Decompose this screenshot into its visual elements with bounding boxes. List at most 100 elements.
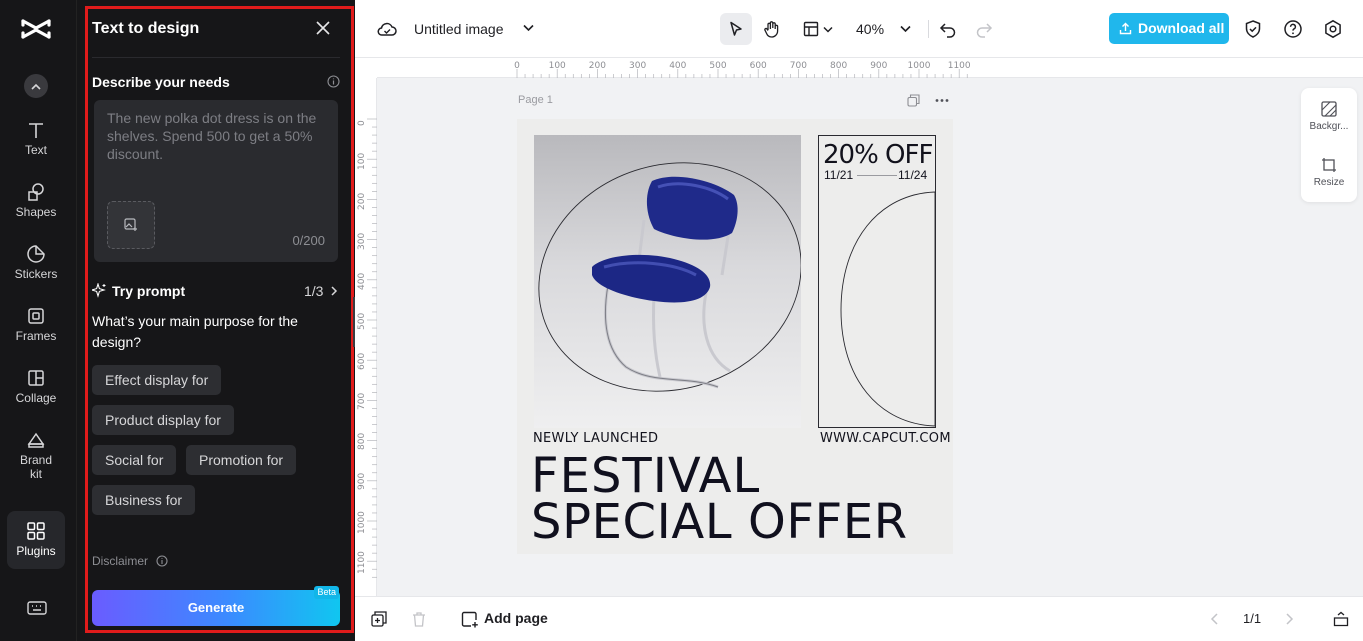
rail-item-label: Frames xyxy=(16,329,57,343)
chevron-left-icon[interactable] xyxy=(1207,611,1223,627)
ruler-label: 1000 xyxy=(908,61,931,71)
try-prompt-row: Try prompt 1/3 xyxy=(92,283,340,301)
frames-icon xyxy=(26,306,46,326)
ruler-label: 800 xyxy=(357,433,367,450)
capcut-logo-icon[interactable] xyxy=(20,16,52,42)
rail-item-text[interactable]: Text xyxy=(0,120,72,157)
hand-tool-button[interactable] xyxy=(756,13,788,45)
rail-item-stickers[interactable]: Stickers xyxy=(0,244,72,281)
resize-tool[interactable]: Resize xyxy=(1301,157,1357,188)
ruler-label: 500 xyxy=(357,313,367,330)
prompt-chip[interactable]: Product display for xyxy=(92,405,234,435)
ruler-label: 100 xyxy=(357,153,367,170)
rail-item-label: Shapes xyxy=(16,205,57,219)
ruler-label: 900 xyxy=(357,473,367,490)
offer-panel[interactable]: 20% OFF 11/21 11/24 xyxy=(818,135,936,428)
rail-item-label: Plugins xyxy=(16,544,55,558)
ruler-label: 900 xyxy=(870,61,887,71)
disclaimer-link[interactable]: Disclaimer xyxy=(92,554,148,568)
offer-start-date: 11/21 xyxy=(824,168,853,182)
rail-item-frames[interactable]: Frames xyxy=(0,306,72,343)
product-photo[interactable] xyxy=(534,135,801,428)
try-prompt-label: Try prompt xyxy=(112,283,185,299)
chevron-down-icon xyxy=(823,26,833,33)
chevron-down-icon[interactable] xyxy=(900,25,911,33)
divider xyxy=(928,20,929,38)
select-tool-button[interactable] xyxy=(720,13,752,45)
description-textarea[interactable]: The new polka dot dress is on the shelve… xyxy=(94,100,338,262)
page-indicator: 1/1 xyxy=(1243,611,1261,626)
prompt-chip[interactable]: Social for xyxy=(92,445,176,475)
duplicate-page-icon[interactable] xyxy=(907,94,920,107)
website-text[interactable]: WWW.CAPCUT.COM xyxy=(820,431,951,446)
zoom-level[interactable]: 40% xyxy=(856,21,884,37)
help-icon[interactable] xyxy=(1283,19,1303,39)
trash-icon[interactable] xyxy=(411,611,427,627)
more-options-icon[interactable] xyxy=(935,94,949,107)
ruler-label: 200 xyxy=(589,61,606,71)
brand-kit-icon xyxy=(26,430,46,450)
undo-icon[interactable] xyxy=(938,19,958,39)
headline-line-2[interactable]: SPECIAL OFFER xyxy=(531,499,941,545)
add-image-icon xyxy=(124,218,138,232)
prompt-chip[interactable]: Business for xyxy=(92,485,195,515)
rail-item-label: Brand kit xyxy=(18,453,54,481)
date-separator xyxy=(857,175,897,176)
vertical-ruler: 0 100 200 300 400 500 600 700 800 900 10… xyxy=(355,78,377,596)
info-icon[interactable] xyxy=(156,555,168,567)
keyboard-icon[interactable] xyxy=(27,600,47,616)
shapes-icon xyxy=(26,182,46,202)
upload-image-button[interactable] xyxy=(107,201,155,249)
panel-title: Text to design xyxy=(92,20,199,38)
rail-item-brand-kit[interactable]: Brand kit xyxy=(0,430,72,481)
document-title[interactable]: Untitled image xyxy=(414,21,504,37)
expand-panel-icon[interactable] xyxy=(1333,611,1349,627)
add-page-button[interactable]: Add page xyxy=(461,610,548,626)
layout-dropdown-button[interactable] xyxy=(796,13,840,45)
ruler-label: 200 xyxy=(357,193,367,210)
floating-tools: Backgr... Resize xyxy=(1301,88,1357,202)
chair-illustration xyxy=(534,135,801,428)
horizontal-ruler: 0 100 200 300 400 500 600 700 800 900 10… xyxy=(377,58,1363,78)
prompt-chip[interactable]: Effect display for xyxy=(92,365,221,395)
rail-item-label: Stickers xyxy=(15,267,58,281)
collage-icon xyxy=(26,368,46,388)
cloud-sync-icon[interactable] xyxy=(377,20,397,38)
rail-item-shapes[interactable]: Shapes xyxy=(0,182,72,219)
plugins-icon xyxy=(26,521,46,541)
rail-item-label: Text xyxy=(25,143,47,157)
chevron-down-icon[interactable] xyxy=(523,24,534,32)
generate-button[interactable]: Generate Beta xyxy=(92,590,340,626)
tagline-text[interactable]: NEWLY LAUNCHED xyxy=(533,431,658,446)
download-label: Download all xyxy=(1138,20,1224,36)
chevron-right-icon[interactable] xyxy=(1281,611,1297,627)
ruler-label: 400 xyxy=(357,273,367,290)
redo-icon[interactable] xyxy=(974,19,994,39)
background-icon xyxy=(1321,101,1337,117)
settings-icon[interactable] xyxy=(1323,19,1343,39)
background-tool[interactable]: Backgr... xyxy=(1301,101,1357,132)
rail-item-plugins[interactable]: Plugins xyxy=(7,511,65,569)
duplicate-page-icon[interactable] xyxy=(371,611,387,627)
headline-line-1[interactable]: FESTIVAL xyxy=(531,453,941,499)
prompt-chip[interactable]: Promotion for xyxy=(186,445,296,475)
text-to-design-panel: Text to design Describe your needs The n… xyxy=(76,0,355,641)
download-all-button[interactable]: Download all xyxy=(1109,13,1229,44)
resize-icon xyxy=(1321,157,1337,173)
page-label: Page 1 xyxy=(518,94,553,106)
shield-icon[interactable] xyxy=(1243,19,1263,39)
ruler-label: 0 xyxy=(357,120,367,126)
ruler-label: 500 xyxy=(709,61,726,71)
ruler-label: 700 xyxy=(357,393,367,410)
chevron-right-icon[interactable] xyxy=(329,285,339,297)
collapse-rail-button[interactable] xyxy=(24,74,48,98)
info-icon[interactable] xyxy=(327,75,340,88)
cursor-icon xyxy=(728,21,744,37)
close-icon[interactable] xyxy=(315,20,331,36)
beta-badge: Beta xyxy=(314,586,339,599)
design-artboard[interactable]: 20% OFF 11/21 11/24 NEWLY LAUNCHED WWW.C… xyxy=(517,119,953,554)
ruler-label: 600 xyxy=(357,353,367,370)
ruler-label: 300 xyxy=(357,233,367,250)
prompt-question: What’s your main purpose for the design? xyxy=(92,311,322,353)
rail-item-collage[interactable]: Collage xyxy=(0,368,72,405)
